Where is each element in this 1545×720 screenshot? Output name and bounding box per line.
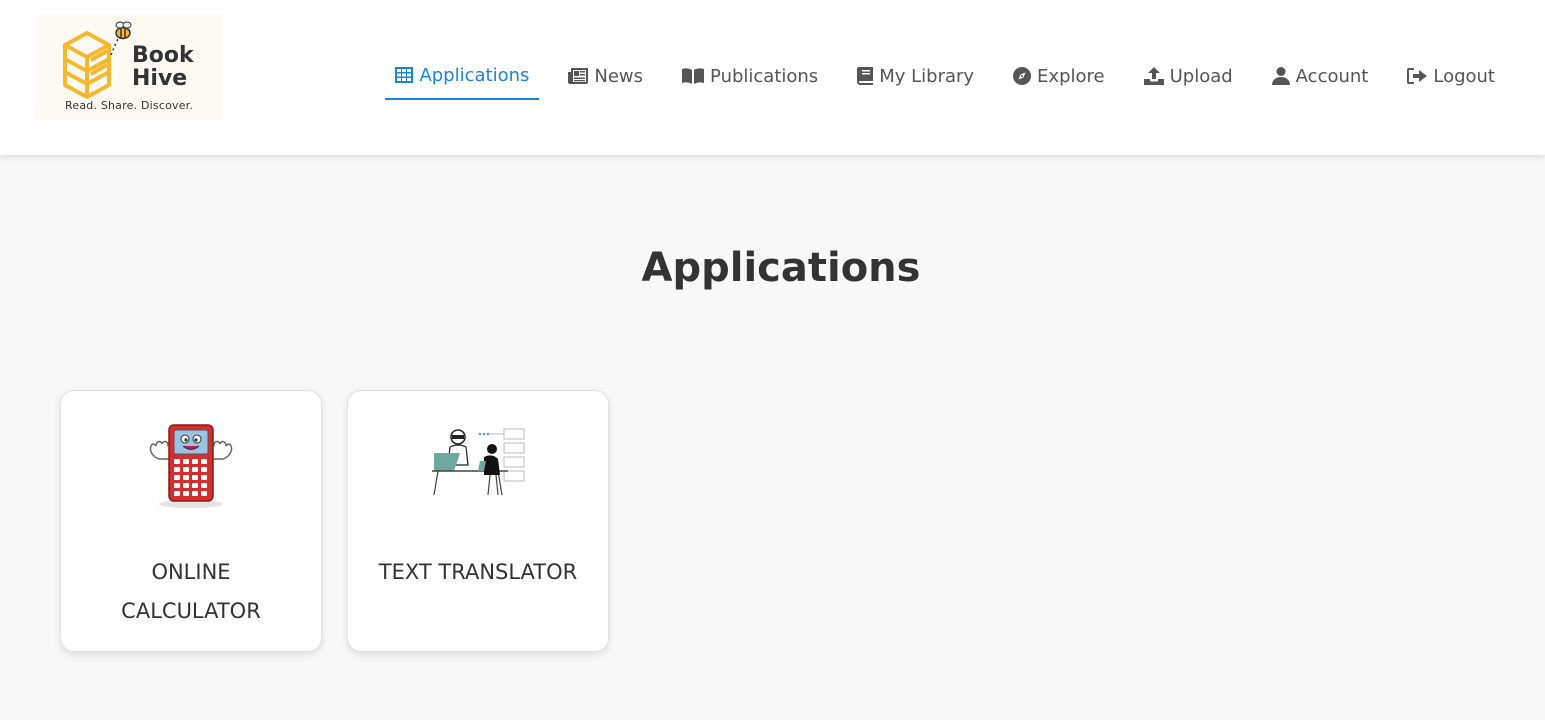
app-card-label: ONLINE CALCULATOR (121, 560, 261, 623)
main-nav: Applications News Publications My Librar… (385, 52, 1505, 100)
newspaper-icon (568, 68, 589, 84)
book-open-icon (682, 68, 705, 84)
logo-tagline: Read. Share. Discover. (65, 99, 194, 112)
app-card-text-translator[interactable]: TEXT TRANSLATOR (347, 390, 609, 652)
logo-name-line1: Book (132, 43, 194, 68)
nav-label: Explore (1037, 65, 1105, 87)
nav-item-logout[interactable]: Logout (1397, 52, 1505, 100)
nav-label: My Library (879, 65, 975, 87)
logo-name-line2: Hive (132, 66, 188, 91)
nav-item-account[interactable]: Account (1262, 52, 1379, 100)
user-icon (1271, 67, 1290, 85)
nav-item-applications[interactable]: Applications (385, 52, 540, 100)
logo-books-bee-icon (63, 21, 132, 99)
nav-item-news[interactable]: News (558, 52, 653, 100)
nav-label: Logout (1433, 65, 1495, 87)
logout-icon (1407, 68, 1428, 84)
page-title: Applications (641, 245, 921, 291)
grid-icon (395, 67, 414, 83)
nav-label: News (594, 65, 644, 87)
book-icon (857, 67, 874, 85)
compass-icon (1013, 67, 1032, 85)
nav-item-my-library[interactable]: My Library (847, 52, 984, 100)
nav-item-explore[interactable]: Explore (1003, 52, 1115, 100)
logo-wordmark: Book Hive (132, 44, 194, 90)
nav-label: Publications (710, 65, 819, 87)
nav-label: Upload (1169, 65, 1233, 87)
nav-label: Account (1295, 65, 1369, 87)
nav-item-publications[interactable]: Publications (672, 52, 828, 100)
nav-item-upload[interactable]: Upload (1134, 52, 1243, 100)
robot-translator-icon (432, 428, 525, 496)
bookhive-logo[interactable]: Book Hive Read. Share. Discover. (35, 15, 223, 120)
app-card-online-calculator[interactable]: ONLINE CALCULATOR (60, 390, 322, 652)
nav-label: Applications (419, 64, 530, 86)
top-header: Book Hive Read. Share. Discover. Applica… (0, 0, 1545, 155)
upload-icon (1143, 67, 1164, 85)
app-card-label: TEXT TRANSLATOR (378, 560, 578, 584)
calculator-mascot-icon (149, 424, 233, 508)
